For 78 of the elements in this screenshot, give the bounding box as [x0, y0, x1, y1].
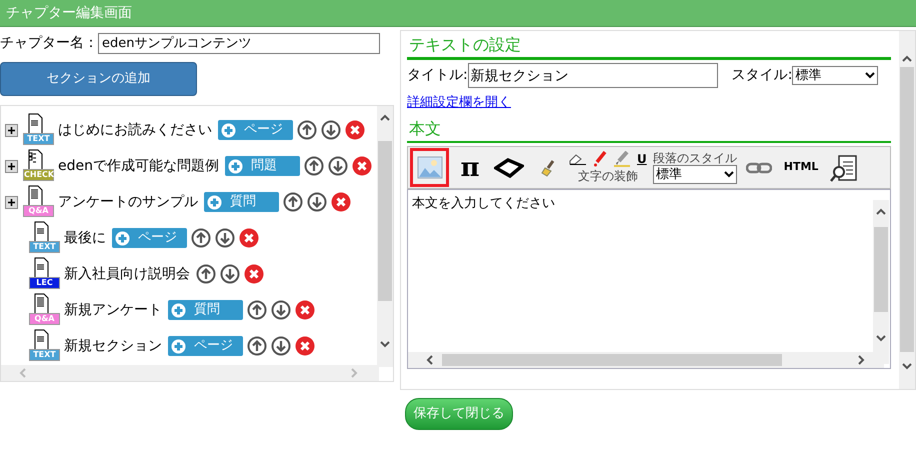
- section-title[interactable]: edenで作成可能な問題例: [58, 156, 219, 176]
- title-field[interactable]: 新規セクション: [468, 63, 718, 88]
- move-down-icon[interactable]: [220, 264, 240, 284]
- delete-icon[interactable]: [331, 192, 351, 212]
- plus-icon: [171, 338, 186, 354]
- title-label: タイトル:: [407, 66, 468, 85]
- plus-icon: [207, 194, 222, 210]
- move-down-icon[interactable]: [328, 156, 348, 176]
- image-icon: [416, 155, 442, 180]
- delete-icon[interactable]: [295, 300, 315, 320]
- move-up-icon[interactable]: [191, 228, 211, 248]
- move-up-icon[interactable]: [297, 120, 317, 140]
- delete-icon[interactable]: [352, 156, 372, 176]
- move-up-icon[interactable]: [196, 264, 216, 284]
- scroll-up-icon[interactable]: [380, 114, 390, 121]
- paragraph-style-select[interactable]: 標準: [652, 165, 737, 184]
- scroll-up-icon[interactable]: [876, 208, 886, 215]
- delete-icon[interactable]: [295, 336, 315, 356]
- scroll-down-icon[interactable]: [902, 363, 912, 370]
- move-up-icon[interactable]: [283, 192, 303, 212]
- scroll-down-icon[interactable]: [380, 341, 390, 348]
- link-icon: [746, 160, 772, 174]
- html-button[interactable]: HTML: [780, 148, 822, 187]
- style-label: スタイル:: [732, 66, 792, 85]
- expand-icon[interactable]: [5, 160, 18, 172]
- expand-icon[interactable]: [5, 196, 18, 208]
- image-button[interactable]: [410, 148, 449, 187]
- scrollbar-thumb[interactable]: [442, 354, 782, 366]
- move-down-icon[interactable]: [215, 228, 235, 248]
- plus-icon: [115, 230, 130, 246]
- scroll-left-icon[interactable]: [426, 355, 433, 365]
- scroll-up-icon[interactable]: [902, 55, 912, 62]
- expand-icon[interactable]: [5, 124, 18, 136]
- parallelogram-icon: [494, 156, 524, 180]
- move-up-icon[interactable]: [304, 156, 324, 176]
- scrollbar-thumb[interactable]: [378, 141, 392, 301]
- vertical-scrollbar[interactable]: [873, 200, 889, 364]
- section-title[interactable]: はじめにお読みください: [58, 120, 212, 140]
- move-down-icon[interactable]: [321, 120, 341, 140]
- move-down-icon[interactable]: [271, 336, 291, 356]
- style-select[interactable]: 標準: [792, 66, 878, 85]
- scroll-right-icon[interactable]: [858, 355, 865, 365]
- section-title[interactable]: アンケートのサンプル: [58, 192, 198, 212]
- plus-icon: [228, 158, 243, 174]
- plus-icon: [171, 302, 186, 318]
- section-title[interactable]: 新規セクション: [64, 336, 162, 356]
- pi-button[interactable]: π: [455, 148, 485, 187]
- brush-icon: [541, 158, 555, 176]
- eraser-icon[interactable]: [569, 152, 587, 164]
- underline-button[interactable]: U: [637, 152, 647, 164]
- plus-icon: [221, 122, 236, 138]
- delete-icon[interactable]: [244, 264, 264, 284]
- delete-icon[interactable]: [345, 120, 365, 140]
- section-title[interactable]: 最後に: [64, 228, 106, 248]
- move-down-icon[interactable]: [271, 300, 291, 320]
- move-down-icon[interactable]: [307, 192, 327, 212]
- chapter-name-label: チャプター名：: [0, 34, 98, 52]
- scroll-down-icon[interactable]: [876, 335, 886, 342]
- details-link[interactable]: 詳細設定欄を開く: [407, 95, 511, 110]
- move-up-icon[interactable]: [247, 300, 267, 320]
- delete-icon[interactable]: [239, 228, 259, 248]
- section-title[interactable]: 新入社員向け説明会: [64, 264, 190, 284]
- text-decoration-label: 文字の装飾: [578, 168, 638, 184]
- body-heading: 本文: [407, 115, 891, 143]
- vertical-scrollbar[interactable]: [899, 31, 915, 389]
- horizontal-scrollbar[interactable]: [408, 352, 884, 368]
- vertical-scrollbar[interactable]: [377, 106, 393, 367]
- section-heading: テキストの設定: [407, 31, 891, 60]
- window-title: チャプター編集画面: [5, 5, 132, 21]
- scrollbar-thumb[interactable]: [874, 227, 888, 312]
- paragraph-style-label: 段落のスタイル: [652, 151, 737, 165]
- section-title[interactable]: 新規アンケート: [64, 300, 162, 320]
- move-up-icon[interactable]: [247, 336, 267, 356]
- chapter-name-field[interactable]: edenサンプルコンテンツ: [98, 32, 380, 54]
- preview-icon: [830, 154, 858, 182]
- scrollbar-thumb[interactable]: [900, 67, 914, 352]
- pen-icon[interactable]: [593, 150, 607, 166]
- add-section-button[interactable]: セクションの追加: [0, 62, 197, 96]
